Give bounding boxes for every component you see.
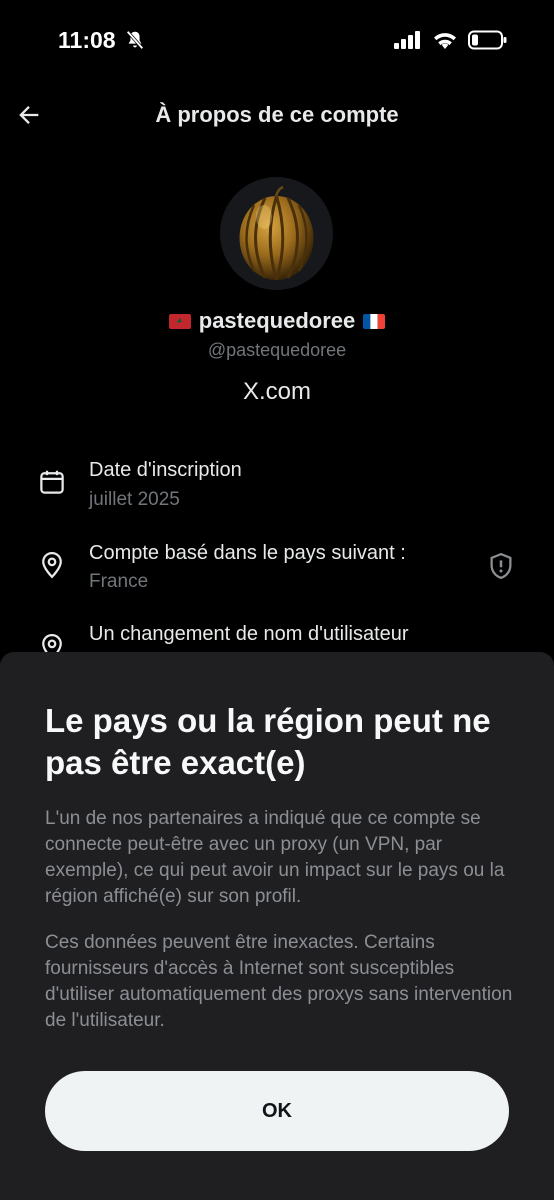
morocco-flag-icon xyxy=(168,313,191,329)
shield-alert-icon[interactable] xyxy=(486,551,516,581)
calendar-icon xyxy=(40,470,64,494)
bottom-sheet: Le pays ou la région peut ne pas être ex… xyxy=(0,652,554,1200)
location-pin-icon xyxy=(42,551,62,579)
page-title: À propos de ce compte xyxy=(155,102,399,127)
joined-value: juillet 2025 xyxy=(89,489,180,510)
handle: @pastequedoree xyxy=(207,340,347,360)
avatar[interactable] xyxy=(220,177,333,290)
sheet-paragraph-2: Ces données peuvent être inexactes. Cert… xyxy=(45,932,513,1031)
wifi-icon xyxy=(434,32,456,49)
sheet-paragraph-1: L'un de nos partenaires a indiqué que ce… xyxy=(45,808,505,907)
site-label: X.com xyxy=(242,378,311,405)
country-label: Compte basé dans le pays suivant : xyxy=(89,542,406,564)
country-value: France xyxy=(89,571,149,592)
status-bar: 11:08 xyxy=(0,0,554,80)
status-time: 11:08 xyxy=(58,27,116,53)
bell-slash-icon xyxy=(126,30,144,50)
status-indicators xyxy=(394,30,508,50)
ok-button[interactable]: OK xyxy=(45,1071,509,1151)
france-flag-icon xyxy=(363,313,386,329)
display-name: pastequedoree xyxy=(198,308,356,333)
signal-icon xyxy=(394,31,420,49)
header: À propos de ce compte xyxy=(0,88,554,142)
joined-label: Date d'inscription xyxy=(89,459,242,481)
username-change-label: Un changement de nom d'utilisateur xyxy=(89,623,409,645)
display-name-row: pastequedoree xyxy=(0,308,554,334)
sheet-title: Le pays ou la région peut ne pas être ex… xyxy=(45,702,491,781)
golden-watermelon-image xyxy=(239,185,314,281)
battery-icon xyxy=(468,30,507,50)
